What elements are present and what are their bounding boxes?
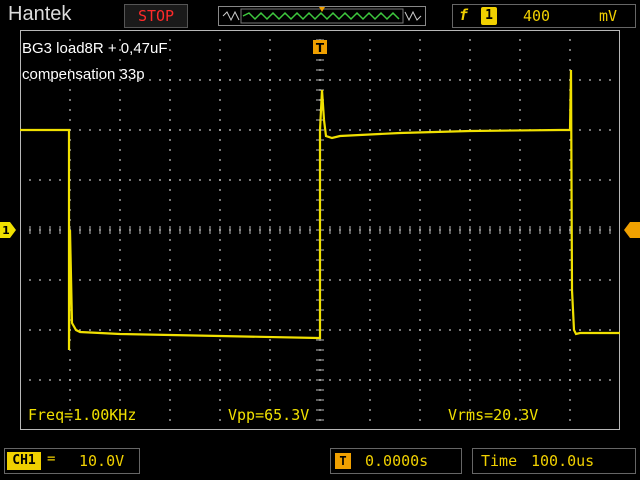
bottom-status-bar: CH1 = 10.0V T 0.0000s Time 100.0us	[0, 444, 640, 480]
trigger-position-icon: T	[335, 453, 351, 469]
screen-note-line1: BG3 load8R + 0,47uF	[22, 40, 168, 57]
timebase-label: Time	[481, 452, 518, 470]
horizontal-position[interactable]: T 0.0000s	[330, 448, 462, 474]
channel1-scale: 10.0V	[79, 452, 125, 470]
screen-note-line2: compensation 33p	[22, 66, 145, 83]
measurement-vpp: Vpp=65.3V	[228, 406, 310, 424]
ch1-ground-marker[interactable]: 1	[0, 222, 16, 238]
trigger-position-marker[interactable]: T	[313, 40, 327, 55]
trigger-level-marker[interactable]	[624, 222, 640, 238]
svg-text:1: 1	[2, 224, 10, 237]
channel1-settings[interactable]: CH1 = 10.0V	[4, 448, 140, 474]
timebase-value: 100.0us	[531, 452, 595, 470]
measurement-frequency: Freq=1.00KHz	[28, 406, 137, 424]
dc-coupling-icon: =	[47, 451, 56, 467]
timebase-setting[interactable]: Time 100.0us	[472, 448, 636, 474]
horizontal-position-value: 0.0000s	[365, 452, 429, 470]
channel1-label: CH1	[7, 452, 41, 470]
svg-text:T: T	[316, 41, 325, 55]
measurement-vrms: Vrms=20.3V	[448, 406, 539, 424]
